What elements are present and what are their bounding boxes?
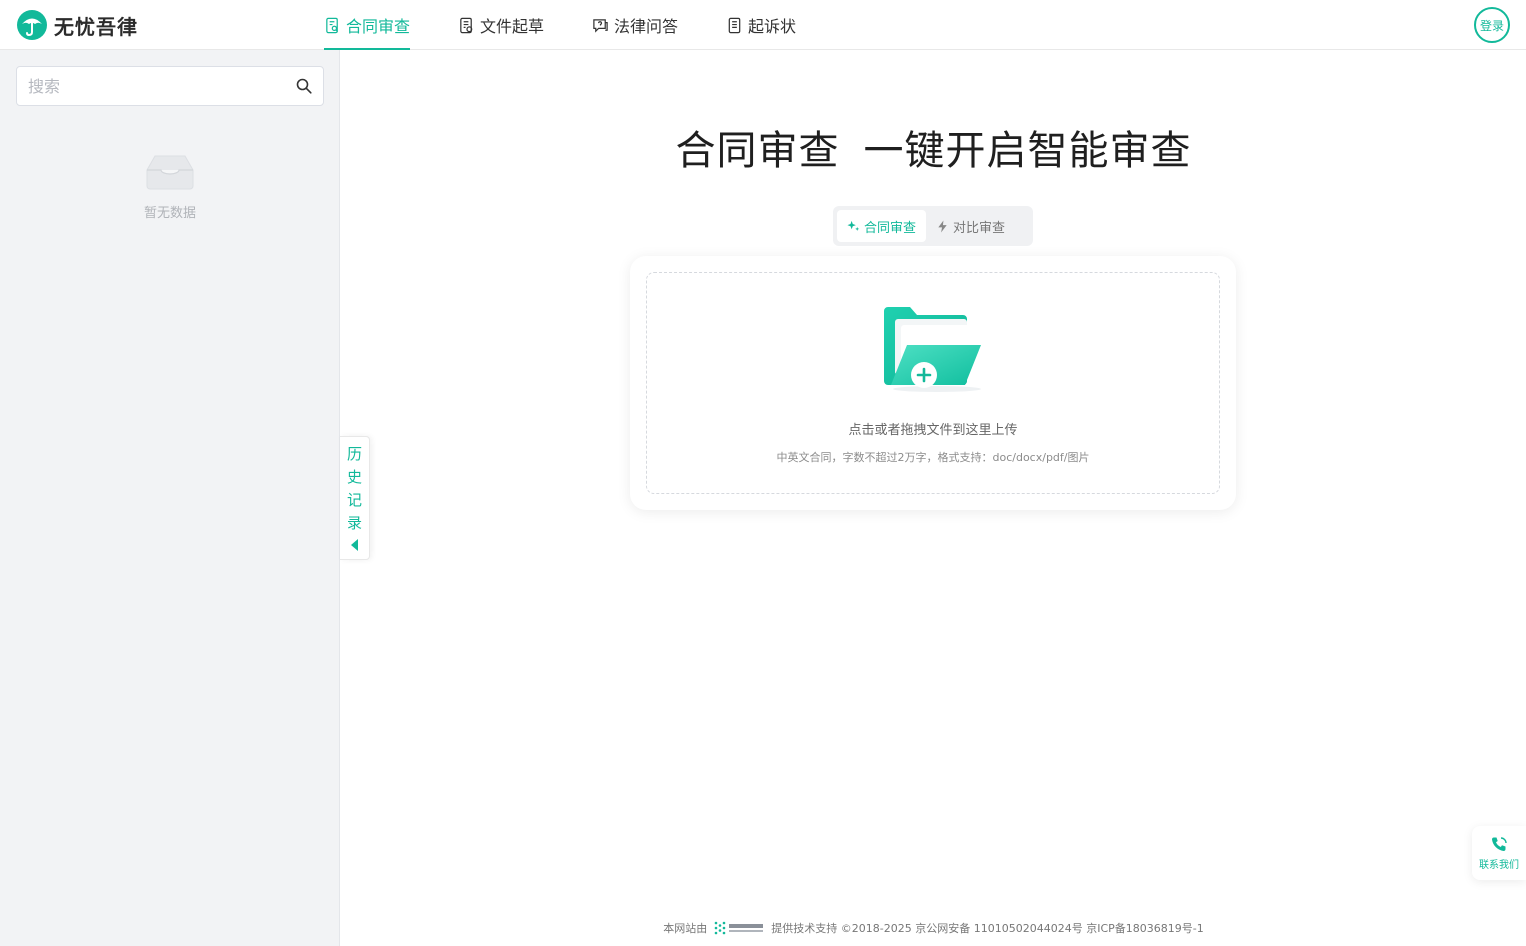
main-content: 合同审查 一键开启智能审查 合同审查 对比审查 点击或者拖拽文件到这里上传 中英… (341, 50, 1526, 946)
title-part2: 一键开启智能审查 (863, 128, 1192, 174)
page-title: 合同审查 一键开启智能审查 (341, 118, 1526, 176)
top-header: 无忧吾律 合同审查 文件起草 法律问答 起诉状 登录 (0, 0, 1526, 50)
upload-dropzone[interactable]: 点击或者拖拽文件到这里上传 中英文合同，字数不超过2万字，格式支持：doc/do… (646, 272, 1220, 494)
main-nav: 合同审查 文件起草 法律问答 起诉状 (324, 0, 844, 50)
review-mode-switch: 合同审查 对比审查 (833, 206, 1033, 246)
umbrella-logo-icon (17, 10, 47, 40)
chat-question-icon (593, 18, 608, 33)
footer-copyright: 提供技术支持 ©2018-2025 京公网安备 11010502044024号 … (771, 922, 1204, 935)
site-footer: 本网站由 提供技术支持 ©2018-2025 京公网安备 11010502044… (341, 920, 1526, 936)
nav-label: 起诉状 (748, 17, 797, 36)
partner-logo (714, 921, 764, 935)
brand-logo[interactable]: 无忧吾律 (16, 9, 138, 41)
upload-format-hint: 中英文合同，字数不超过2万字，格式支持：doc/docx/pdf/图片 (776, 451, 1090, 464)
nav-contract-review[interactable]: 合同审查 (324, 0, 411, 50)
upload-card: 点击或者拖拽文件到这里上传 中英文合同，字数不超过2万字，格式支持：doc/do… (630, 256, 1236, 510)
nav-complaint[interactable]: 起诉状 (726, 0, 796, 50)
nav-label: 合同审查 (346, 17, 411, 36)
mode-contract-review[interactable]: 合同审查 (837, 210, 927, 242)
folder-add-icon (884, 307, 981, 392)
document-draft-icon (460, 17, 473, 33)
contact-us-button[interactable]: 联系我们 (1472, 826, 1526, 880)
nav-legal-qa[interactable]: 法律问答 (592, 0, 678, 50)
login-button[interactable]: 登录 (1474, 7, 1510, 43)
mode-compare-review[interactable]: 对比审查 (926, 210, 1015, 242)
search-input[interactable] (17, 67, 277, 105)
brand-name: 无忧吾律 (54, 14, 138, 39)
nav-document-draft[interactable]: 文件起草 (458, 0, 544, 50)
empty-state: 暂无数据 (0, 152, 340, 221)
lightning-icon (938, 219, 947, 233)
upload-instruction: 点击或者拖拽文件到这里上传 (848, 423, 1018, 438)
mode-label: 对比审查 (953, 220, 1006, 236)
search-icon[interactable] (295, 77, 313, 95)
empty-inbox-icon (146, 155, 194, 190)
phone-icon (1492, 836, 1507, 851)
nav-label: 文件起草 (480, 17, 545, 36)
title-part1: 合同审查 (675, 128, 840, 174)
sparkle-icon (847, 220, 860, 231)
mode-label: 合同审查 (864, 220, 917, 236)
contact-label: 联系我们 (1479, 859, 1519, 871)
history-sidebar: 暂无数据 (0, 50, 340, 946)
complaint-doc-icon (728, 17, 741, 33)
empty-text: 暂无数据 (143, 206, 196, 221)
footer-prefix: 本网站由 (663, 922, 708, 935)
contract-review-icon (326, 17, 339, 33)
nav-label: 法律问答 (614, 17, 679, 36)
search-box (16, 66, 324, 106)
